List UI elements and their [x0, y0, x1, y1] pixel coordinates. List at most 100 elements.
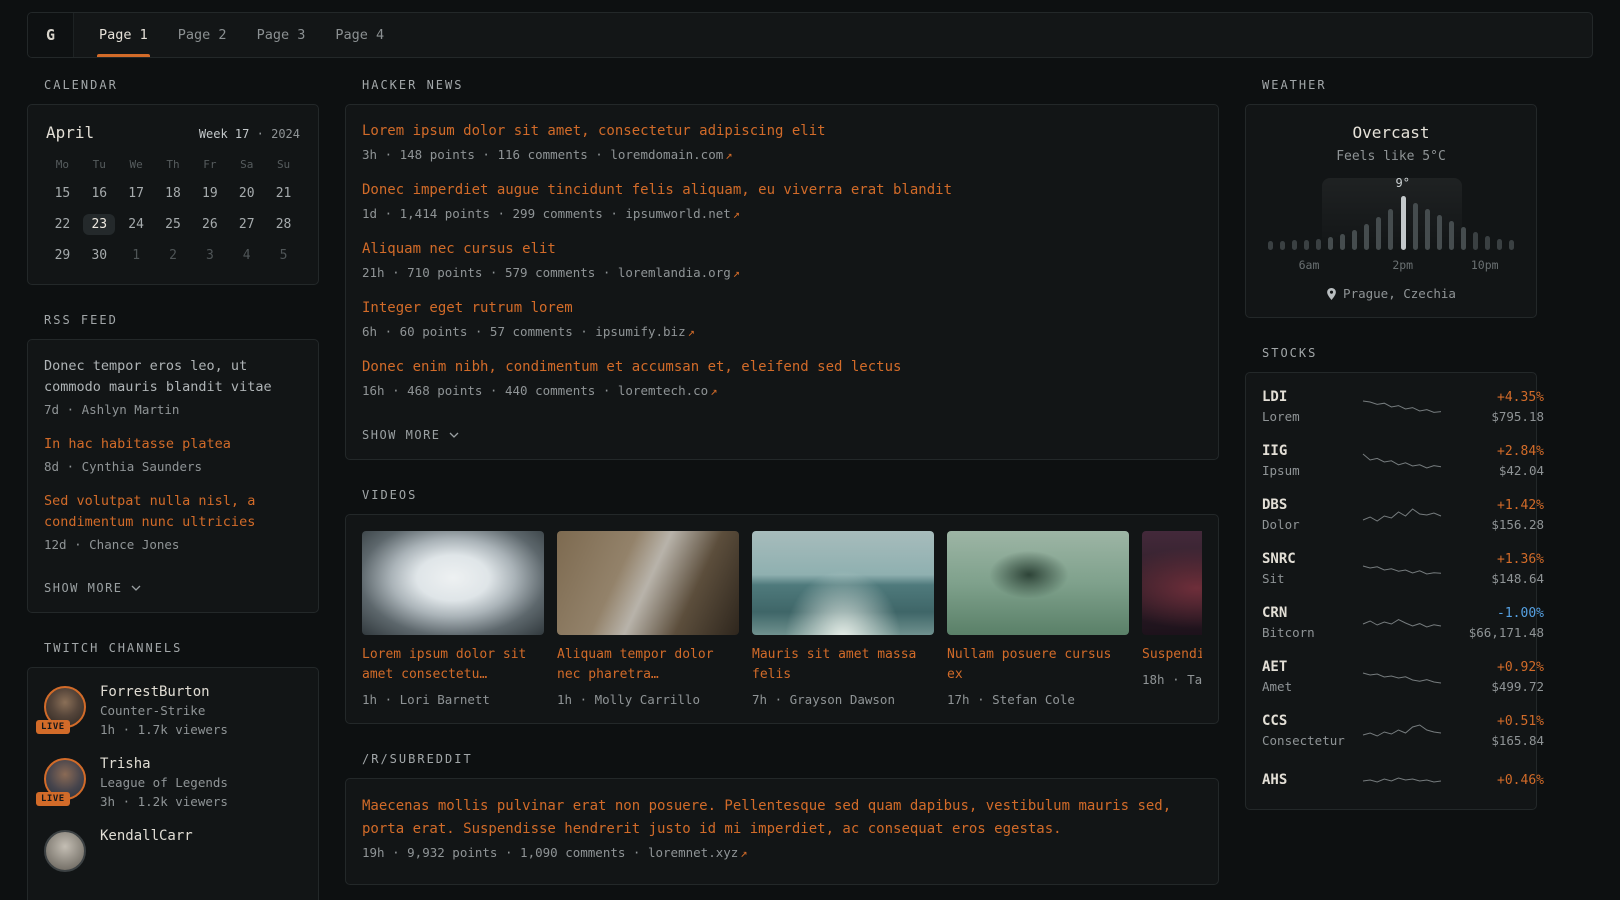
- calendar-day-today: 23: [81, 211, 118, 237]
- hackernews-item-title[interactable]: Lorem ipsum dolor sit amet, consectetur …: [362, 121, 1202, 142]
- stock-change: +1.36%: [1450, 552, 1544, 567]
- video-card[interactable]: Lorem ipsum dolor sit amet consectetu…1h…: [362, 531, 544, 707]
- twitch-card: LIVEForrestBurtonCounter-Strike1h · 1.7k…: [27, 667, 319, 900]
- rss-show-more-button[interactable]: SHOW MORE: [44, 581, 141, 595]
- hackernews-item-stats: 6h · 60 points · 57 comments ·: [362, 324, 595, 339]
- tab-page-4[interactable]: Page 4: [320, 13, 399, 57]
- video-meta: 1h · Molly Carrillo: [557, 692, 739, 707]
- hackernews-item: Donec imperdiet augue tincidunt felis al…: [362, 180, 1202, 221]
- calendar-day-number: 22: [55, 217, 71, 232]
- topbar: G Page 1Page 2Page 3Page 4: [27, 12, 1593, 58]
- calendar-day-number: 28: [276, 217, 292, 232]
- calendar-day: 5: [265, 242, 302, 268]
- stock-sparkline: [1362, 767, 1442, 793]
- video-card[interactable]: Mauris sit amet massa felis7h · Grayson …: [752, 531, 934, 707]
- videos-widget: VIDEOS Lorem ipsum dolor sit amet consec…: [345, 488, 1219, 724]
- avatar: [44, 830, 86, 872]
- video-card[interactable]: Suspendisse diam18h · Tara: [1142, 531, 1202, 707]
- stock-info: AETAmet: [1262, 659, 1354, 694]
- stock-symbol: LDI: [1262, 389, 1354, 405]
- subreddit-post-meta: 19h · 9,932 points · 1,090 comments · lo…: [362, 845, 1202, 860]
- video-card[interactable]: Nullam posuere cursus ex17h · Stefan Col…: [947, 531, 1129, 707]
- hackernews-item-domain-link[interactable]: loremdomain.com: [610, 147, 723, 162]
- videos-card: Lorem ipsum dolor sit amet consectetu…1h…: [345, 514, 1219, 724]
- video-thumbnail: [1142, 531, 1202, 635]
- weather-bar: [1376, 217, 1381, 250]
- twitch-channel[interactable]: LIVEForrestBurtonCounter-Strike1h · 1.7k…: [44, 684, 302, 737]
- calendar-day: 20: [228, 180, 265, 206]
- rss-item: In hac habitasse platea8d · Cynthia Saun…: [44, 434, 302, 474]
- left-column: CALENDAR April Week 17 · 2024 MoTuWeThFr…: [27, 78, 319, 900]
- calendar-month: April: [46, 123, 94, 142]
- weather-time-axis: 6am2pm10pm: [1268, 258, 1514, 274]
- hackernews-list: Lorem ipsum dolor sit amet, consectetur …: [362, 121, 1202, 398]
- weather-time-label: 2pm: [1392, 258, 1413, 272]
- subreddit-post-stats: 19h · 9,932 points · 1,090 comments ·: [362, 845, 648, 860]
- weather-card: Overcast Feels like 5°C 9° 6am2pm10pm P: [1245, 104, 1537, 318]
- subreddit-post-title[interactable]: Maecenas mollis pulvinar erat non posuer…: [362, 795, 1202, 840]
- hackernews-item-title[interactable]: Aliquam nec cursus elit: [362, 239, 1202, 260]
- stock-price: $42.04: [1450, 463, 1544, 478]
- video-title: Suspendisse diam: [1142, 645, 1202, 665]
- hackernews-item-domain-link[interactable]: loremtech.co: [618, 383, 708, 398]
- rss-item-title[interactable]: Donec tempor eros leo, ut commodo mauris…: [44, 356, 302, 398]
- hackernews-item-title[interactable]: Donec imperdiet augue tincidunt felis al…: [362, 180, 1202, 201]
- hackernews-show-more-button[interactable]: SHOW MORE: [362, 428, 459, 442]
- stock-row[interactable]: CCSConsectetur+0.51%$165.84: [1262, 713, 1520, 748]
- stock-row[interactable]: AETAmet+0.92%$499.72: [1262, 659, 1520, 694]
- rss-item: Sed volutpat nulla nisl, a condimentum n…: [44, 491, 302, 552]
- subreddit-widget-title: /R/SUBREDDIT: [362, 752, 1219, 766]
- channel-info: KendallCarr: [100, 828, 193, 844]
- live-badge: LIVE: [36, 792, 70, 806]
- hackernews-item-domain-link[interactable]: ipsumworld.net: [625, 206, 730, 221]
- external-link-icon: ↗: [710, 384, 717, 398]
- dashboard-page: G Page 1Page 2Page 3Page 4 CALENDAR Apri…: [0, 0, 1620, 900]
- weather-bar: [1304, 240, 1309, 250]
- stock-numbers: +4.35%$795.18: [1450, 390, 1544, 424]
- external-link-icon: ↗: [733, 266, 740, 280]
- app-logo[interactable]: G: [28, 13, 74, 57]
- stock-row[interactable]: CRNBitcorn-1.00%$66,171.48: [1262, 605, 1520, 640]
- external-link-icon: ↗: [688, 325, 695, 339]
- video-card[interactable]: Aliquam tempor dolor nec pharetra…1h · M…: [557, 531, 739, 707]
- calendar-day: 24: [118, 211, 155, 237]
- hackernews-show-more-label: SHOW MORE: [362, 428, 441, 442]
- twitch-channel[interactable]: LIVETrishaLeague of Legends3h · 1.2k vie…: [44, 756, 302, 809]
- weather-bar: [1340, 234, 1345, 250]
- video-meta: 1h · Lori Barnett: [362, 692, 544, 707]
- stock-change: -1.00%: [1450, 606, 1544, 621]
- rss-item-title[interactable]: Sed volutpat nulla nisl, a condimentum n…: [44, 491, 302, 533]
- rss-item-title[interactable]: In hac habitasse platea: [44, 434, 302, 455]
- tab-page-1[interactable]: Page 1: [84, 13, 163, 57]
- hackernews-item-domain-link[interactable]: loremlandia.org: [618, 265, 731, 280]
- calendar-weekday: Mo: [44, 152, 81, 175]
- weather-time-label: 6am: [1299, 258, 1320, 272]
- stock-price: $795.18: [1450, 409, 1544, 424]
- calendar-day: 25: [155, 211, 192, 237]
- hackernews-item-domain-link[interactable]: ipsumify.biz: [595, 324, 685, 339]
- calendar-day: 1: [118, 242, 155, 268]
- weather-widget: WEATHER Overcast Feels like 5°C 9° 6am2p…: [1245, 78, 1537, 318]
- stock-sparkline: [1362, 394, 1442, 420]
- hackernews-item-title[interactable]: Integer eget rutrum lorem: [362, 298, 1202, 319]
- stock-info: DBSDolor: [1262, 497, 1354, 532]
- tab-page-3[interactable]: Page 3: [242, 13, 321, 57]
- hackernews-item: Integer eget rutrum lorem 6h · 60 points …: [362, 298, 1202, 339]
- weather-bars: [1268, 192, 1514, 250]
- hackernews-item-title[interactable]: Donec enim nibh, condimentum et accumsan…: [362, 357, 1202, 378]
- tab-page-2[interactable]: Page 2: [163, 13, 242, 57]
- weather-bar: [1316, 239, 1321, 250]
- subreddit-post-domain-link[interactable]: loremnet.xyz: [648, 845, 738, 860]
- weather-bar: [1328, 237, 1333, 250]
- twitch-channel[interactable]: KendallCarr: [44, 828, 302, 872]
- stock-row[interactable]: DBSDolor+1.42%$156.28: [1262, 497, 1520, 532]
- stock-symbol: SNRC: [1262, 551, 1354, 567]
- rss-item-meta: 7d · Ashlyn Martin: [44, 402, 302, 417]
- hackernews-item-stats: 16h · 468 points · 440 comments ·: [362, 383, 618, 398]
- video-meta: 17h · Stefan Cole: [947, 692, 1129, 707]
- calendar-day-number: 29: [55, 248, 71, 263]
- stock-row[interactable]: LDILorem+4.35%$795.18: [1262, 389, 1520, 424]
- stock-row[interactable]: AHS+0.46%: [1262, 767, 1520, 793]
- stock-row[interactable]: SNRCSit+1.36%$148.64: [1262, 551, 1520, 586]
- stock-row[interactable]: IIGIpsum+2.84%$42.04: [1262, 443, 1520, 478]
